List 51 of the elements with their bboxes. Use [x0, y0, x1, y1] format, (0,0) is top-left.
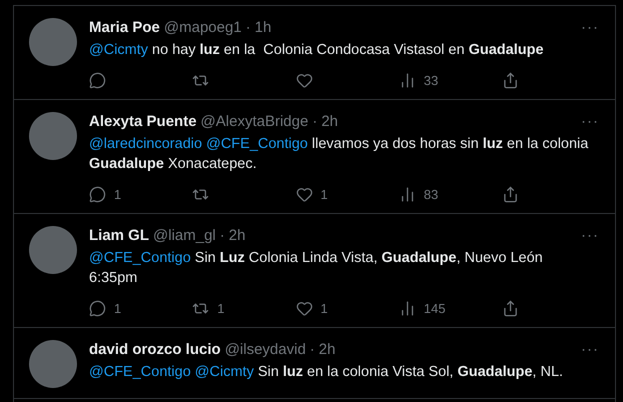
stat-count: 1	[320, 187, 328, 202]
stat-count: 145	[424, 301, 446, 316]
mention-link[interactable]: @CFE_Contigo	[89, 364, 191, 380]
separator-dot: ·	[246, 18, 251, 38]
tweet-time[interactable]: 2h	[228, 226, 246, 246]
tweet-text: @CFE_Contigo Sin Luz Colonia Linda Vista, Guadalupe, Nuevo León 6:35pm	[89, 249, 544, 288]
heart-icon[interactable]	[296, 186, 312, 203]
reply-icon[interactable]	[89, 300, 106, 317]
heart-icon[interactable]	[296, 72, 312, 89]
share-icon[interactable]	[502, 300, 519, 317]
author-handle[interactable]: @liam_gl	[153, 226, 216, 246]
mention-link[interactable]: @Cicmty	[194, 364, 254, 380]
separator-dot: ·	[310, 340, 315, 360]
author-name[interactable]: Alexyta Puente	[89, 112, 197, 132]
avatar-photo[interactable]	[29, 340, 77, 388]
tweet-text: @Cicmty no hay luz en la Colonia Condocasa Vistasol en Guadalupe	[89, 41, 545, 60]
mention-link[interactable]: @CFE_Contigo	[89, 250, 191, 266]
stat-count: 1	[114, 187, 122, 202]
tweet-time[interactable]: 1h	[254, 18, 272, 38]
more-options[interactable]: ···	[581, 18, 599, 38]
separator-dot: ·	[312, 112, 318, 132]
author-handle[interactable]: @AlexytaBridge	[200, 112, 308, 132]
more-options[interactable]: ···	[581, 226, 599, 246]
stat-count: 83	[424, 187, 438, 202]
avatar-photo[interactable]	[29, 18, 77, 66]
mention-link[interactable]: @CFE_Contigo	[206, 136, 308, 152]
heart-icon[interactable]	[296, 300, 312, 317]
stat-count: 1	[114, 301, 122, 316]
avatar-photo[interactable]	[29, 226, 77, 274]
avatar-photo[interactable]	[29, 112, 77, 160]
author-name[interactable]: david orozco lucio	[89, 340, 221, 360]
reply-icon[interactable]	[89, 72, 106, 89]
share-icon[interactable]	[502, 72, 519, 89]
more-options[interactable]: ···	[581, 340, 599, 360]
tweet-text: @laredcincoradio @CFE_Contigo llevamos ya dos horas sin luz en la colonia Guadalupe Xonacatepec.	[89, 135, 590, 174]
share-icon[interactable]	[502, 186, 519, 203]
author-handle[interactable]: @mapoeg1	[164, 18, 242, 38]
reply-icon[interactable]	[89, 186, 106, 203]
tweet-time[interactable]: 2h	[321, 112, 338, 132]
author-name[interactable]: Liam GL	[89, 226, 150, 246]
mention-link[interactable]: @Cicmty	[89, 42, 148, 58]
separator-dot: ·	[220, 226, 225, 246]
tweet-time[interactable]: 2h	[318, 340, 336, 360]
author-name[interactable]: Maria Poe	[89, 18, 160, 38]
more-options[interactable]: ···	[581, 112, 599, 132]
stat-count: 33	[424, 73, 438, 88]
author-handle[interactable]: @ilseydavid	[224, 340, 306, 360]
stat-count: 1	[217, 301, 224, 316]
tweet-text: @CFE_Contigo @Cicmty Sin luz en la colonia Vista Sol, Guadalupe, NL.	[89, 363, 564, 382]
mention-link[interactable]: @laredcincoradio	[89, 136, 202, 152]
stat-count: 1	[320, 301, 328, 316]
